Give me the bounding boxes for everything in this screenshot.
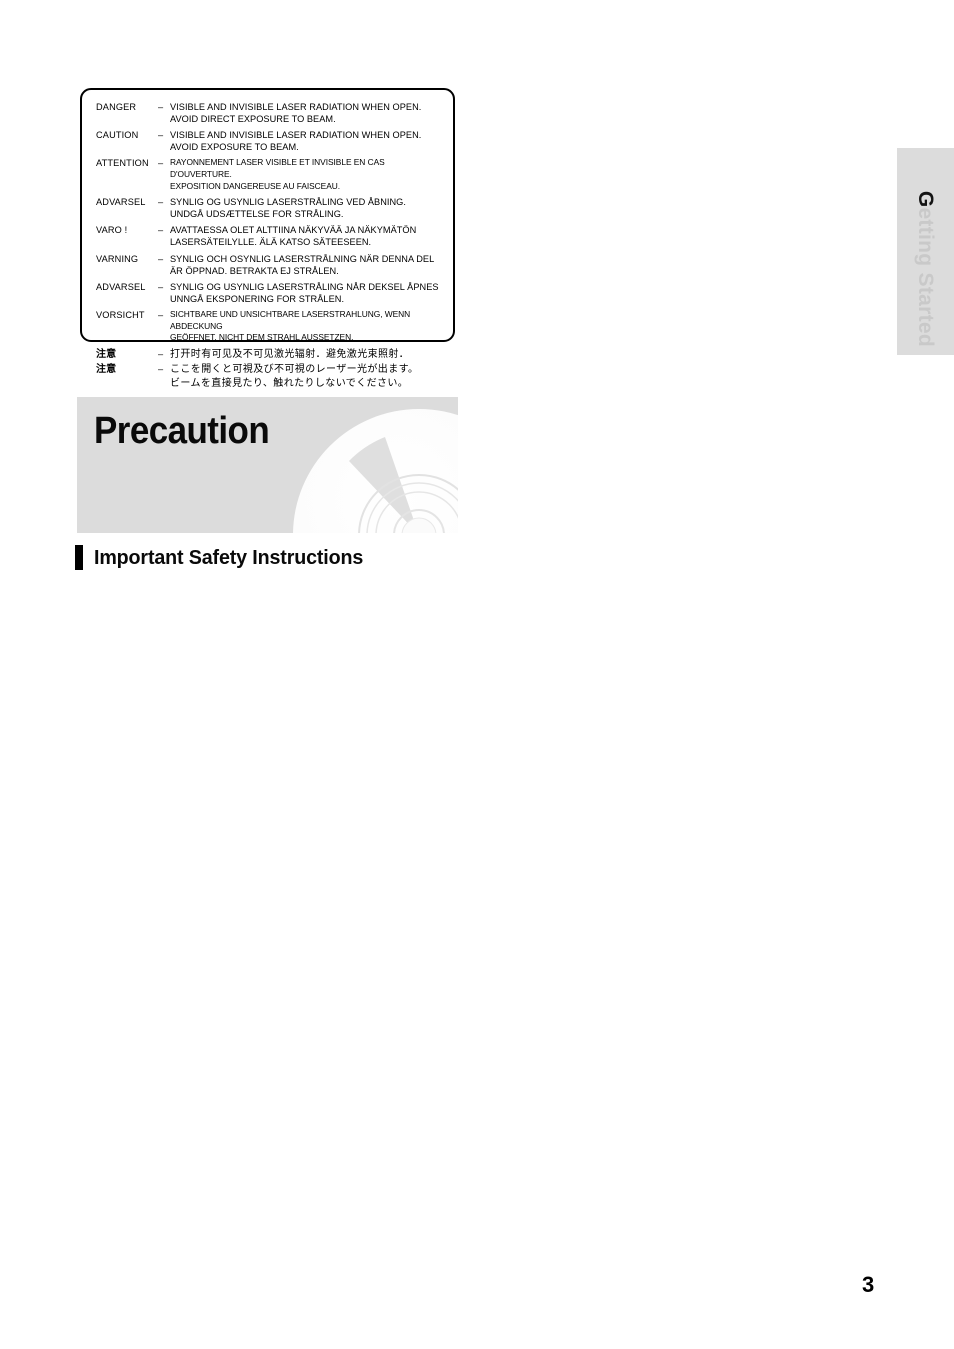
warning-dash: – — [158, 348, 164, 359]
warning-dash: – — [158, 225, 164, 236]
warning-term: VARO ! — [96, 225, 128, 236]
warning-term: ATTENTION — [96, 158, 149, 169]
warning-dash: – — [158, 309, 164, 320]
laser-warning-rows: DANGER – VISIBLE AND INVISIBLE LASER RAD… — [96, 101, 445, 392]
warning-text-line2: ビームを直接見たり、触れたりしないでください。 — [170, 377, 409, 389]
warning-dash: – — [158, 197, 164, 208]
warning-row: 注意 – ここを開くと可視及び不可視のレーザー光が出ます。 ビームを直接見たり、… — [96, 363, 445, 390]
warning-term: 注意 — [96, 364, 117, 376]
warning-text: AVATTAESSA OLET ALTTIINA NÄKYVÄÄ JA NÄKY… — [170, 224, 445, 248]
warning-dash: – — [158, 253, 164, 264]
warning-text: RAYONNEMENT LASER VISIBLE ET INVISIBLE E… — [170, 157, 445, 192]
warning-row: DANGER – VISIBLE AND INVISIBLE LASER RAD… — [96, 101, 445, 125]
page-title: Precaution — [94, 410, 270, 452]
warning-term: ADVARSEL — [96, 197, 146, 208]
chapter-tab-initial: G — [914, 190, 938, 208]
subheading-label: Important Safety Instructions — [94, 545, 364, 569]
warning-dash: – — [158, 130, 164, 141]
warning-term: DANGER — [96, 102, 137, 112]
warning-text: SYNLIG OG USYNLIG LASERSTRÅLING NÅR DEKS… — [170, 281, 445, 305]
laser-warning-label: DANGER – VISIBLE AND INVISIBLE LASER RAD… — [80, 88, 455, 389]
section-banner: Precaution — [77, 397, 458, 533]
warning-row: VARNING – SYNLIG OCH OSYNLIG LASERSTRÅLN… — [96, 253, 445, 277]
chapter-tab-rest: etting Started — [914, 207, 938, 347]
warning-row: CAUTION – VISIBLE AND INVISIBLE LASER RA… — [96, 129, 445, 153]
chapter-tab-label: Getting Started — [897, 148, 954, 355]
chapter-tab-getting-started: Getting Started — [897, 148, 954, 355]
warning-text-line1: VISIBLE AND INVISIBLE LASER RADIATION WH… — [170, 102, 422, 112]
warning-text-line1: 打开时有可见及不可见激光辐射．避免激光束照射． — [170, 348, 410, 360]
subheading-marker-bar — [75, 545, 83, 570]
warning-row: ADVARSEL – SYNLIG OG USYNLIG LASERSTRÅLI… — [96, 196, 445, 220]
subheading: Important Safety Instructions — [75, 545, 374, 570]
warning-term: VARNING — [96, 253, 139, 264]
warning-text: 打开时有可见及不可见激光辐射．避免激光束照射． — [170, 348, 445, 362]
warning-text: ここを開くと可視及び不可視のレーザー光が出ます。 ビームを直接見たり、触れたりし… — [170, 363, 445, 390]
warning-text: SYNLIG OCH OSYNLIG LASERSTRÅLNING NÄR DE… — [170, 253, 445, 277]
page-number: 3 — [862, 1272, 875, 1297]
warning-row: VORSICHT – SICHTBARE UND UNSICHTBARE LAS… — [96, 309, 445, 344]
warning-text-line2: UNDGÅ UDSÆTTELSE FOR STRÅLING. — [170, 209, 344, 220]
warning-term: ADVARSEL — [96, 281, 146, 292]
warning-term: VORSICHT — [96, 309, 145, 320]
warning-text: SICHTBARE UND UNSICHTBARE LASERSTRAHLUNG… — [170, 309, 445, 344]
warning-text-line1: AVATTAESSA OLET ALTTIINA NÄKYVÄÄ JA NÄKY… — [170, 225, 417, 236]
warning-text-line2: AVOID EXPOSURE TO BEAM. — [170, 142, 299, 153]
warning-text-line2: AVOID DIRECT EXPOSURE TO BEAM. — [170, 114, 336, 125]
warning-text: SYNLIG OG USYNLIG LASERSTRÅLING VED ÅBNI… — [170, 196, 445, 220]
compact-disc-icon — [289, 405, 458, 533]
warning-text-line2: GEÖFFNET. NICHT DEM STRAHL AUSSETZEN. — [170, 332, 354, 343]
warning-dash: – — [158, 281, 164, 292]
warning-row: ATTENTION – RAYONNEMENT LASER VISIBLE ET… — [96, 157, 445, 192]
warning-text-line1: VISIBLE AND INVISIBLE LASER RADIATION WH… — [170, 130, 422, 141]
warning-text-line1: SYNLIG OG USYNLIG LASERSTRÅLING NÅR DEKS… — [170, 281, 439, 292]
warning-text-line2: UNNGÅ EKSPONERING FOR STRÅLEN. — [170, 293, 345, 304]
warning-text-line1: RAYONNEMENT LASER VISIBLE ET INVISIBLE E… — [170, 157, 385, 179]
warning-text-line1: SICHTBARE UND UNSICHTBARE LASERSTRAHLUNG… — [170, 308, 411, 331]
warning-text-line1: SYNLIG OG USYNLIG LASERSTRÅLING VED ÅBNI… — [170, 197, 406, 208]
warning-text-line2: LASERSÄTEILYLLE. ÄLÄ KATSO SÄTEESEEN. — [170, 237, 372, 248]
warning-dash: – — [158, 158, 164, 169]
warning-term: 注意 — [96, 348, 117, 360]
warning-dash: – — [158, 364, 164, 375]
warning-text: VISIBLE AND INVISIBLE LASER RADIATION WH… — [170, 129, 445, 153]
warning-term: CAUTION — [96, 130, 139, 141]
warning-text: VISIBLE AND INVISIBLE LASER RADIATION WH… — [170, 101, 445, 125]
warning-row: 注意 – 打开时有可见及不可见激光辐射．避免激光束照射． — [96, 348, 445, 362]
warning-row: ADVARSEL – SYNLIG OG USYNLIG LASERSTRÅLI… — [96, 281, 445, 305]
warning-text-line2: EXPOSITION DANGEREUSE AU FAISCEAU. — [170, 180, 341, 191]
warning-text-line1: SYNLIG OCH OSYNLIG LASERSTRÅLNING NÄR DE… — [170, 253, 435, 264]
warning-text-line1: ここを開くと可視及び不可視のレーザー光が出ます。 — [170, 364, 419, 376]
warning-row: VARO ! – AVATTAESSA OLET ALTTIINA NÄKYVÄ… — [96, 224, 445, 248]
warning-dash: – — [158, 102, 164, 112]
warning-text-line2: ÄR ÖPPNAD. BETRAKTA EJ STRÅLEN. — [170, 265, 339, 276]
